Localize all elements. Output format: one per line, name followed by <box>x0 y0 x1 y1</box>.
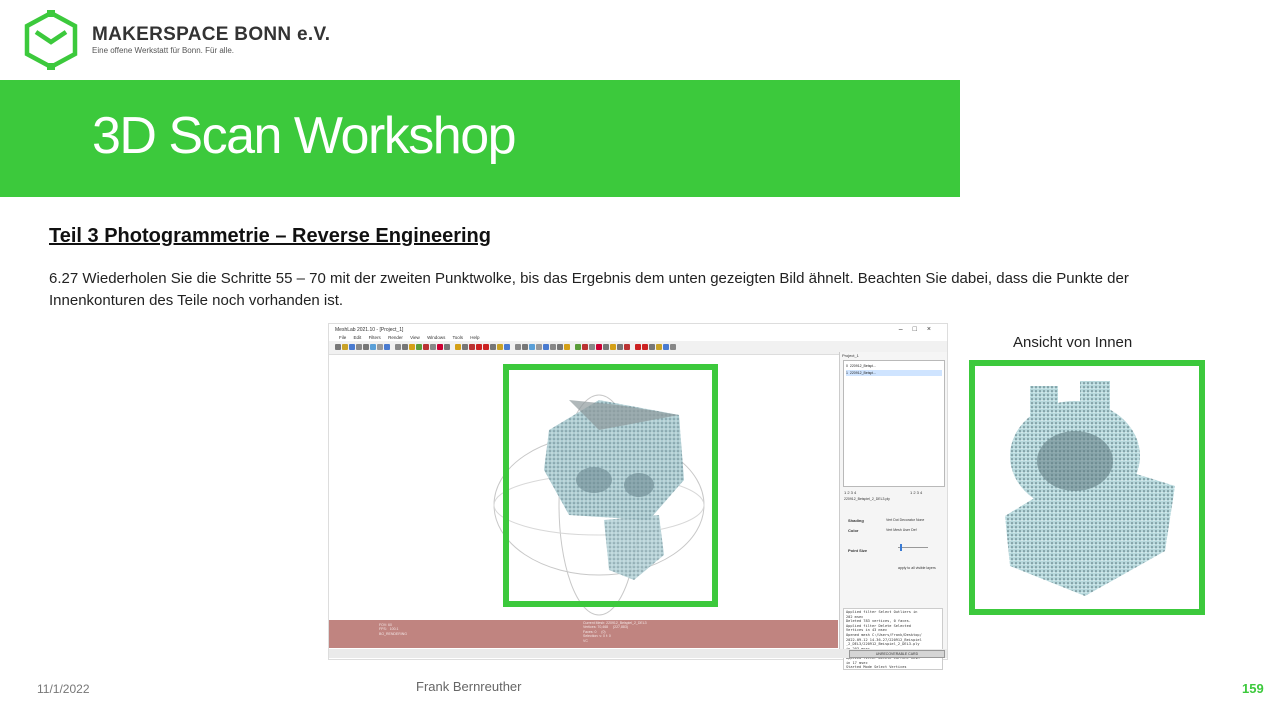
shading-label: Shading <box>848 518 864 523</box>
layer-list: 0 220912_Beispi... 1 220912_Beispi... <box>843 360 945 487</box>
point-size-slider[interactable] <box>898 547 928 548</box>
toolbar-tool-icon[interactable] <box>522 344 528 350</box>
page-number: 159 <box>1242 681 1264 696</box>
point-size-label: Point Size <box>848 548 868 553</box>
toolbar-tool-icon[interactable] <box>603 344 609 350</box>
layer-panel: Project_1 0 220912_Beispi... 1 220912_Be… <box>839 352 947 670</box>
toolbar-tool-icon[interactable] <box>490 344 496 350</box>
toolbar-tool-icon[interactable] <box>529 344 535 350</box>
toolbar-tool-icon[interactable] <box>635 344 641 350</box>
toolbar-tool-icon[interactable] <box>497 344 503 350</box>
toolbar-tool-icon[interactable] <box>437 344 443 350</box>
tab-numbers-left[interactable]: 1 2 3 4 <box>844 490 856 495</box>
menu-edit[interactable]: Edit <box>354 335 362 340</box>
footer-author: Frank Bernreuther <box>416 679 522 694</box>
menu-render[interactable]: Render <box>388 335 403 340</box>
toolbar-tool-icon[interactable] <box>462 344 468 350</box>
toolbar-tool-icon[interactable] <box>515 344 521 350</box>
inner-view-caption: Ansicht von Innen <box>1013 334 1133 351</box>
menu-tools[interactable]: Tools <box>453 335 464 340</box>
section-heading: Teil 3 Photogrammetrie – Reverse Enginee… <box>49 225 491 247</box>
layer-row[interactable]: 0 220912_Beispi... <box>846 363 942 369</box>
color-label: Color <box>848 528 859 533</box>
menu-view[interactable]: View <box>410 335 420 340</box>
layer-file-name: 220912_Beispiel_2_DEL3.ply <box>844 497 890 501</box>
toolbar-tool-icon[interactable] <box>564 344 570 350</box>
menu-file[interactable]: File <box>339 335 346 340</box>
brand-tagline: Eine offene Werkstatt für Bonn. Für alle… <box>92 46 234 55</box>
slide-title: 3D Scan Workshop <box>92 107 517 165</box>
toolbar-tool-icon[interactable] <box>356 344 362 350</box>
toolbar-tool-icon[interactable] <box>656 344 662 350</box>
menu-filters[interactable]: Filters <box>369 335 381 340</box>
toolbar-tool-icon[interactable] <box>476 344 482 350</box>
status-mid: Current Mesh: 220912_Beispiel_2_DEL3 Ver… <box>583 621 647 643</box>
toolbar-tool-icon[interactable] <box>377 344 383 350</box>
toolbar-tool-icon[interactable] <box>582 344 588 350</box>
toolbar-tool-icon[interactable] <box>483 344 489 350</box>
color-options[interactable]: Vert Mesh User Def <box>886 528 917 532</box>
toolbar-tool-icon[interactable] <box>370 344 376 350</box>
layer-row[interactable]: 1 220912_Beispi... <box>846 370 942 376</box>
toolbar-tool-icon[interactable] <box>596 344 602 350</box>
toolbar-tool-icon[interactable] <box>589 344 595 350</box>
toolbar-tool-icon[interactable] <box>363 344 369 350</box>
status-button[interactable]: UNRECOVERABLE CARD <box>849 650 945 658</box>
toolbar-tool-icon[interactable] <box>543 344 549 350</box>
menu-windows[interactable]: Windows <box>427 335 445 340</box>
toolbar-tool-icon[interactable] <box>670 344 676 350</box>
toolbar-tool-icon[interactable] <box>504 344 510 350</box>
toolbar-tool-icon[interactable] <box>550 344 556 350</box>
footer-date: 11/1/2022 <box>37 682 90 696</box>
toolbar-tool-icon[interactable] <box>663 344 669 350</box>
point-cloud-inner-image <box>1005 381 1175 596</box>
toolbar-tool-icon[interactable] <box>384 344 390 350</box>
status-left: FOV: 60 FPS: 100.1 BO_RENDERING <box>379 623 408 636</box>
toolbar-tool-icon[interactable] <box>430 344 436 350</box>
toolbar-tool-icon[interactable] <box>455 344 461 350</box>
toolbar-tool-icon[interactable] <box>423 344 429 350</box>
instruction-text: 6.27 Wiederholen Sie die Schritte 55 – 7… <box>49 270 1129 309</box>
apply-all-checkbox[interactable]: apply to all visible layers <box>898 566 936 570</box>
brand-name: MAKERSPACE BONN e.V. <box>92 24 331 45</box>
toolbar-tool-icon[interactable] <box>444 344 450 350</box>
toolbar-tool-icon[interactable] <box>335 344 341 350</box>
toolbar-tool-icon[interactable] <box>610 344 616 350</box>
log-console: Applied filter Select Outliers in 202 ms… <box>843 608 943 670</box>
makerspace-logo-icon <box>24 10 78 70</box>
toolbar-tool-icon[interactable] <box>349 344 355 350</box>
toolbar-tool-icon[interactable] <box>649 344 655 350</box>
toolbar-tool-icon[interactable] <box>402 344 408 350</box>
toolbar-tool-icon[interactable] <box>342 344 348 350</box>
panel-title: Project_1 <box>842 353 859 358</box>
highlight-frame-inner-view <box>969 360 1205 615</box>
toolbar-tool-icon[interactable] <box>642 344 648 350</box>
menu-help[interactable]: Help <box>470 335 479 340</box>
shading-options[interactable]: Vert Dot Decorator None <box>886 518 924 522</box>
toolbar-tool-icon[interactable] <box>575 344 581 350</box>
toolbar-tool-icon[interactable] <box>395 344 401 350</box>
highlight-frame-scan <box>503 364 718 607</box>
toolbar-tool-icon[interactable] <box>416 344 422 350</box>
toolbar-tool-icon[interactable] <box>409 344 415 350</box>
toolbar-tool-icon[interactable] <box>536 344 542 350</box>
point-cloud-scan-image <box>544 400 684 580</box>
toolbar-tool-icon[interactable] <box>469 344 475 350</box>
tab-numbers-right[interactable]: 1 2 3 4 <box>910 490 922 495</box>
toolbar-tool-icon[interactable] <box>617 344 623 350</box>
toolbar-tool-icon[interactable] <box>624 344 630 350</box>
status-bar: FOV: 60 FPS: 100.1 BO_RENDERING Current … <box>329 620 838 648</box>
toolbar-tool-icon[interactable] <box>557 344 563 350</box>
point-size-slider-handle[interactable] <box>900 544 902 551</box>
